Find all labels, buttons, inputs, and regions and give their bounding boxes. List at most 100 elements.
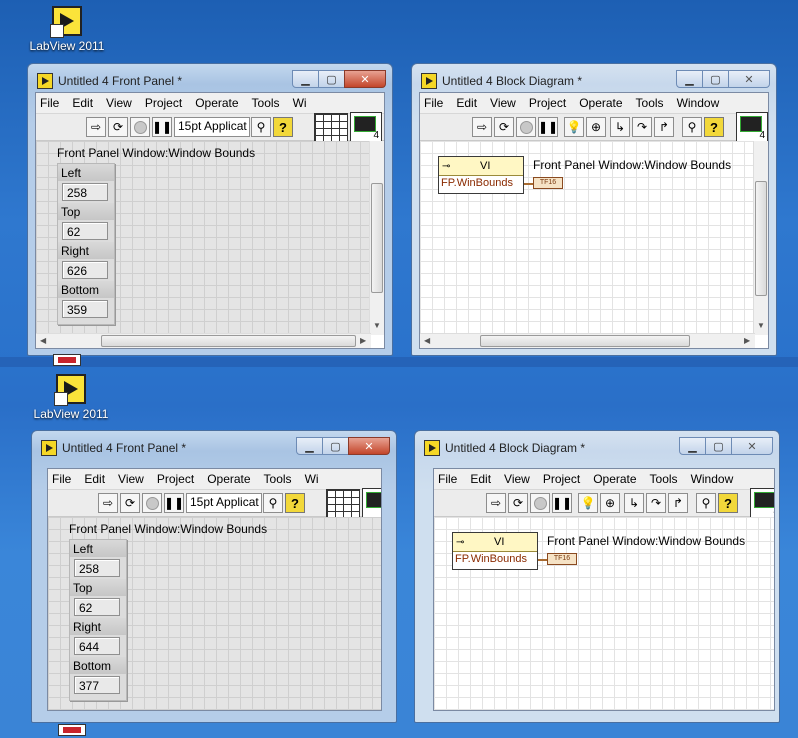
close-button[interactable]: ✕: [344, 70, 386, 88]
pause-icon[interactable]: ❚❚: [164, 493, 184, 513]
menu-edit[interactable]: Edit: [84, 472, 105, 486]
vi-icon[interactable]: [362, 488, 381, 518]
desktop-shortcut-labview[interactable]: LabView 2011: [22, 6, 112, 53]
maximize-button[interactable]: ▢: [318, 70, 345, 88]
vertical-scrollbar[interactable]: ▼: [753, 141, 768, 335]
pause-icon[interactable]: ❚❚: [552, 493, 572, 513]
menu-window[interactable]: Wi: [305, 472, 319, 486]
highlight-execution-icon[interactable]: 💡: [578, 493, 598, 513]
menu-view[interactable]: View: [490, 96, 516, 110]
block-diagram-window[interactable]: Untitled 4 Block Diagram * ▁ ▢ ✕ File Ed…: [411, 63, 777, 356]
scroll-right-arrow-icon[interactable]: ▶: [744, 336, 750, 345]
menu-operate[interactable]: Operate: [593, 472, 636, 486]
run-arrow-icon[interactable]: ⇨: [472, 117, 492, 137]
menu-view[interactable]: View: [106, 96, 132, 110]
menu-operate[interactable]: Operate: [207, 472, 250, 486]
cluster-indicator-terminal[interactable]: TF16: [547, 553, 577, 565]
context-help-icon[interactable]: ?: [704, 117, 724, 137]
menu-project[interactable]: Project: [157, 472, 194, 486]
menu-operate[interactable]: Operate: [195, 96, 238, 110]
abort-icon[interactable]: [516, 117, 536, 137]
search-icon[interactable]: ⚲: [251, 117, 271, 137]
menu-file[interactable]: File: [438, 472, 457, 486]
font-select[interactable]: 15pt Applicat: [186, 493, 262, 513]
connector-pane-icon[interactable]: [314, 113, 348, 142]
scroll-thumb[interactable]: [755, 181, 767, 296]
pause-icon[interactable]: ❚❚: [152, 117, 172, 137]
maximize-button[interactable]: ▢: [705, 437, 732, 455]
menu-view[interactable]: View: [504, 472, 530, 486]
menu-project[interactable]: Project: [543, 472, 580, 486]
menu-tools[interactable]: Tools: [650, 472, 678, 486]
close-button[interactable]: ✕: [348, 437, 390, 455]
context-help-icon[interactable]: ?: [718, 493, 738, 513]
vi-icon[interactable]: [350, 112, 382, 142]
maximize-button[interactable]: ▢: [702, 70, 729, 88]
vertical-scrollbar[interactable]: ▼: [369, 141, 384, 335]
minimize-button[interactable]: ▁: [296, 437, 323, 455]
run-continuously-icon[interactable]: ⟳: [120, 493, 140, 513]
menu-tools[interactable]: Tools: [636, 96, 664, 110]
scroll-thumb[interactable]: [480, 335, 690, 347]
menu-window[interactable]: Window: [691, 472, 734, 486]
scroll-left-arrow-icon[interactable]: ◀: [40, 336, 46, 345]
minimize-button[interactable]: ▁: [676, 70, 703, 88]
close-button[interactable]: ✕: [728, 70, 770, 88]
context-help-icon[interactable]: ?: [273, 117, 293, 137]
menu-view[interactable]: View: [118, 472, 144, 486]
abort-icon[interactable]: [130, 117, 150, 137]
title-bar[interactable]: Untitled 4 Front Panel * ▁ ▢ ✕: [39, 437, 390, 459]
context-help-icon[interactable]: ?: [285, 493, 305, 513]
scroll-thumb[interactable]: [371, 183, 383, 293]
step-over-icon[interactable]: ↷: [632, 117, 652, 137]
menu-window[interactable]: Wi: [293, 96, 307, 110]
menu-project[interactable]: Project: [145, 96, 182, 110]
search-icon[interactable]: ⚲: [682, 117, 702, 137]
horizontal-scrollbar[interactable]: ◀ ▶: [420, 333, 755, 348]
title-bar[interactable]: Untitled 4 Front Panel * ▁ ▢ ✕: [35, 70, 386, 92]
front-panel-window[interactable]: Untitled 4 Front Panel * ▁ ▢ ✕ File Edit…: [27, 63, 393, 356]
menu-tools[interactable]: Tools: [252, 96, 280, 110]
close-button[interactable]: ✕: [731, 437, 773, 455]
abort-icon[interactable]: [142, 493, 162, 513]
search-icon[interactable]: ⚲: [263, 493, 283, 513]
vi-icon[interactable]: [736, 112, 768, 142]
cluster-indicator-terminal[interactable]: TF16: [533, 177, 563, 189]
step-over-icon[interactable]: ↷: [646, 493, 666, 513]
menu-edit[interactable]: Edit: [72, 96, 93, 110]
maximize-button[interactable]: ▢: [322, 437, 349, 455]
horizontal-scrollbar[interactable]: ◀ ▶: [36, 333, 371, 348]
scroll-right-arrow-icon[interactable]: ▶: [360, 336, 366, 345]
menu-file[interactable]: File: [40, 96, 59, 110]
block-diagram-canvas[interactable]: ⊸ VI FP.WinBounds TF16 Front Panel Window…: [434, 517, 774, 710]
step-out-icon[interactable]: ↱: [668, 493, 688, 513]
minimize-button[interactable]: ▁: [292, 70, 319, 88]
abort-icon[interactable]: [530, 493, 550, 513]
run-arrow-icon[interactable]: ⇨: [86, 117, 106, 137]
run-arrow-icon[interactable]: ⇨: [98, 493, 118, 513]
menu-edit[interactable]: Edit: [470, 472, 491, 486]
retain-wire-values-icon[interactable]: ⊕: [600, 493, 620, 513]
block-diagram-window-resized[interactable]: Untitled 4 Block Diagram * ▁ ▢ ✕ File Ed…: [414, 430, 780, 723]
step-into-icon[interactable]: ↳: [624, 493, 644, 513]
font-select[interactable]: 15pt Applicat: [174, 117, 250, 137]
menu-file[interactable]: File: [52, 472, 71, 486]
step-into-icon[interactable]: ↳: [610, 117, 630, 137]
search-icon[interactable]: ⚲: [696, 493, 716, 513]
menu-edit[interactable]: Edit: [456, 96, 477, 110]
title-bar[interactable]: Untitled 4 Block Diagram * ▁ ▢ ✕: [422, 437, 773, 459]
pause-icon[interactable]: ❚❚: [538, 117, 558, 137]
menu-window[interactable]: Window: [677, 96, 720, 110]
run-continuously-icon[interactable]: ⟳: [508, 493, 528, 513]
run-continuously-icon[interactable]: ⟳: [108, 117, 128, 137]
scroll-down-arrow-icon[interactable]: ▼: [373, 321, 381, 330]
run-arrow-icon[interactable]: ⇨: [486, 493, 506, 513]
menu-project[interactable]: Project: [529, 96, 566, 110]
step-out-icon[interactable]: ↱: [654, 117, 674, 137]
desktop-shortcut-labview[interactable]: LabView 2011: [26, 374, 116, 421]
property-node[interactable]: ⊸ VI FP.WinBounds: [452, 532, 538, 570]
scroll-down-arrow-icon[interactable]: ▼: [757, 321, 765, 330]
front-panel-canvas[interactable]: Front Panel Window:Window Bounds Left 25…: [36, 141, 371, 335]
menu-file[interactable]: File: [424, 96, 443, 110]
menu-tools[interactable]: Tools: [264, 472, 292, 486]
